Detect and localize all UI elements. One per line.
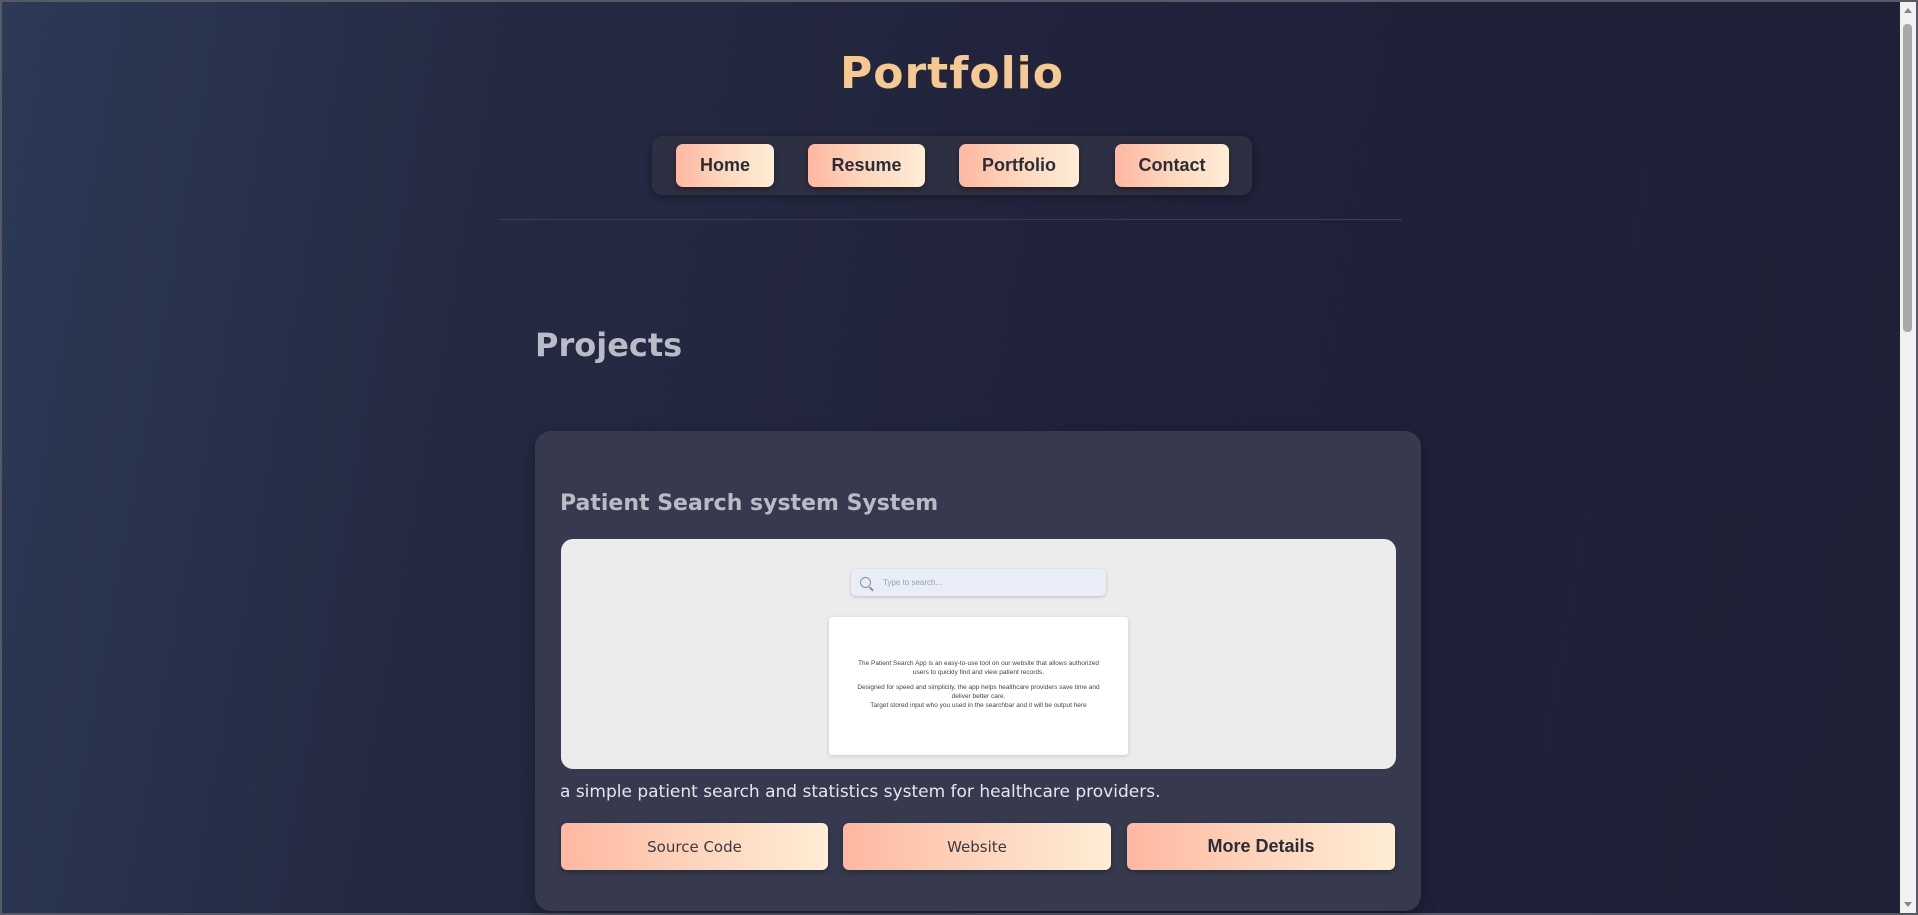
header-divider	[500, 219, 1402, 220]
site-title: Portfolio	[840, 48, 1064, 99]
nav-contact-button[interactable]: Contact	[1115, 144, 1229, 187]
website-button[interactable]: Website	[843, 823, 1111, 870]
preview-paragraph: Designed for speed and simplicity, the a…	[857, 684, 1100, 700]
project-preview-image: Type to search... The Patient Search App…	[561, 539, 1396, 769]
section-title-projects: Projects	[535, 326, 683, 364]
scrollbar-thumb[interactable]	[1903, 24, 1912, 332]
nav-portfolio-button[interactable]: Portfolio	[959, 144, 1079, 187]
preview-info-panel: The Patient Search App is an easy-to-use…	[829, 617, 1128, 755]
project-card: Patient Search system System Type to sea…	[535, 431, 1421, 911]
project-description: a simple patient search and statistics s…	[560, 782, 1161, 802]
preview-paragraph: Target stored input who you used in the …	[870, 702, 1087, 709]
preview-paragraph: The Patient Search App is an easy-to-use…	[857, 660, 1099, 676]
vertical-scrollbar[interactable]	[1900, 2, 1916, 913]
scroll-down-arrow-icon[interactable]	[1904, 902, 1912, 907]
preview-search-placeholder: Type to search...	[883, 578, 943, 587]
preview-search-bar: Type to search...	[851, 569, 1106, 596]
more-details-button[interactable]: More Details	[1127, 823, 1395, 870]
search-icon	[860, 577, 871, 588]
source-code-button[interactable]: Source Code	[561, 823, 828, 870]
nav-resume-button[interactable]: Resume	[808, 144, 925, 187]
project-title: Patient Search system System	[560, 491, 939, 516]
main-nav: Home Resume Portfolio Contact	[652, 136, 1252, 195]
nav-home-button[interactable]: Home	[676, 144, 774, 187]
scroll-up-arrow-icon[interactable]	[1904, 8, 1912, 13]
